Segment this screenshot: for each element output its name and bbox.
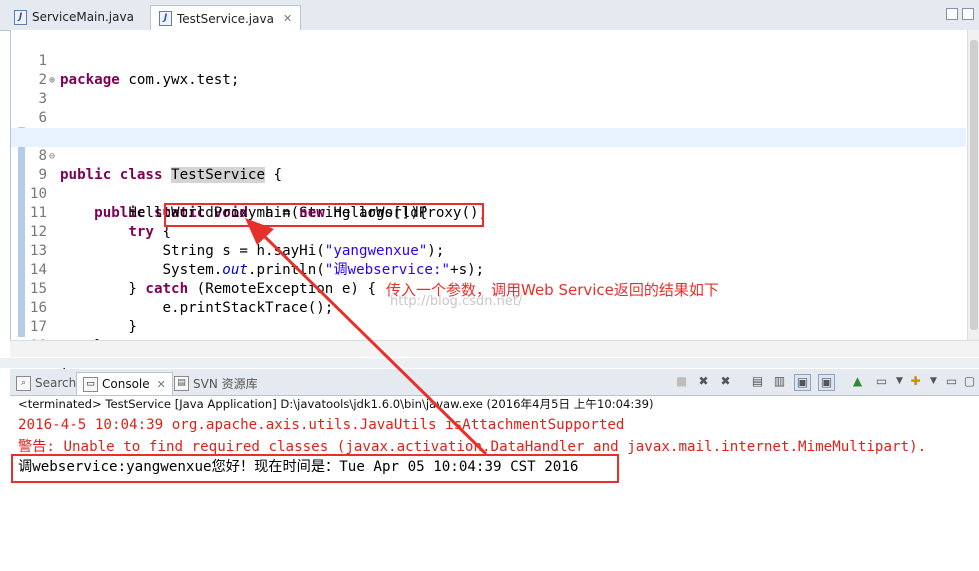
- close-tab-icon[interactable]: ✕: [157, 378, 166, 391]
- remove-all-terminated-icon[interactable]: ✖: [718, 374, 733, 389]
- highlight-box: [164, 203, 484, 227]
- java-file-icon: J: [159, 11, 172, 26]
- code-line: 1 package com.ywx.test;: [11, 33, 966, 88]
- code-line-current: 8 public class TestService {: [11, 128, 966, 183]
- code-line: 11 try {: [11, 185, 966, 240]
- scrollbar-thumb[interactable]: [970, 40, 978, 330]
- editor-tab-bar: J ServiceMain.java J TestService.java ✕: [0, 0, 979, 31]
- tab-service-main[interactable]: J ServiceMain.java: [14, 5, 134, 29]
- tab-label: Search: [35, 376, 77, 390]
- code-line: 18 }: [11, 318, 966, 373]
- tab-console[interactable]: ▭ Console ✕: [76, 372, 173, 395]
- svn-repository-icon: ▤: [174, 375, 189, 391]
- console-output-line: 警告: Unable to find required classes (jav…: [18, 439, 927, 455]
- view-separator: [0, 358, 979, 368]
- tab-test-service[interactable]: J TestService.java ✕: [150, 5, 302, 31]
- show-console-stderr-icon[interactable]: ▣: [818, 374, 835, 391]
- code-line: 14 } catch (RemoteException e) {: [11, 242, 966, 297]
- code-line: 3 ⊕ import java.rmi.RemoteException;: [11, 71, 966, 145]
- tab-search[interactable]: ⌕ Search: [16, 372, 76, 394]
- tab-label: SVN 资源库: [193, 376, 258, 391]
- fold-expand-icon[interactable]: ⊕: [49, 71, 55, 90]
- code-line: 12 String s = h.sayHi("yangwenxue");: [11, 204, 966, 259]
- editor-vertical-scrollbar[interactable]: [967, 30, 979, 356]
- fold-collapse-icon[interactable]: ⊖: [49, 147, 55, 166]
- terminate-icon[interactable]: ■: [674, 374, 689, 389]
- editor-horizontal-scrollbar[interactable]: [10, 340, 979, 357]
- pin-console-icon[interactable]: ▲: [850, 374, 865, 389]
- open-console-icon[interactable]: ✚: [908, 374, 923, 389]
- code-line: 9 ⊖ public static void main(String args[…: [11, 147, 966, 221]
- chevron-down-icon[interactable]: ▼: [892, 374, 907, 389]
- chevron-down-icon[interactable]: ▼: [926, 374, 941, 389]
- tab-label: TestService.java: [177, 11, 274, 26]
- tab-svn-repository[interactable]: ▤ SVN 资源库: [174, 372, 258, 394]
- display-selected-console-icon[interactable]: ▭: [874, 374, 889, 389]
- java-file-icon: J: [14, 9, 27, 25]
- code-line: 2: [11, 52, 966, 88]
- console-process-label: <terminated> TestService [Java Applicati…: [18, 397, 654, 411]
- console-icon: ▭: [83, 376, 98, 392]
- minimize-icon[interactable]: ▭: [944, 374, 959, 389]
- code-line: 13 System.out.println("调webservice:"+s);: [11, 223, 966, 278]
- console-output-line: 2016-4-5 10:04:39 org.apache.axis.utils.…: [18, 417, 625, 433]
- minimize-icon[interactable]: [946, 8, 958, 20]
- tab-label: Console: [102, 377, 150, 391]
- scroll-lock-icon[interactable]: ▥: [772, 374, 787, 389]
- tab-label: ServiceMain.java: [32, 10, 134, 24]
- code-line: 15 e.printStackTrace();: [11, 261, 966, 316]
- close-tab-icon[interactable]: ✕: [283, 12, 292, 25]
- remove-launch-icon[interactable]: ✖: [696, 374, 711, 389]
- highlight-box: [11, 454, 619, 483]
- clear-console-icon[interactable]: ▤: [750, 374, 765, 389]
- code-line: 7: [11, 109, 966, 145]
- annotation-note: 传入一个参数，调用Web Service返回的结果如下: [386, 281, 719, 299]
- maximize-icon[interactable]: ▢: [962, 374, 977, 389]
- maximize-icon[interactable]: [962, 8, 974, 20]
- code-line: 10 HelloWorldProxy h = new HelloWorldPro…: [11, 166, 966, 221]
- code-line: 6: [11, 90, 966, 126]
- search-icon: ⌕: [16, 375, 31, 391]
- show-console-stdout-icon[interactable]: ▣: [794, 374, 811, 391]
